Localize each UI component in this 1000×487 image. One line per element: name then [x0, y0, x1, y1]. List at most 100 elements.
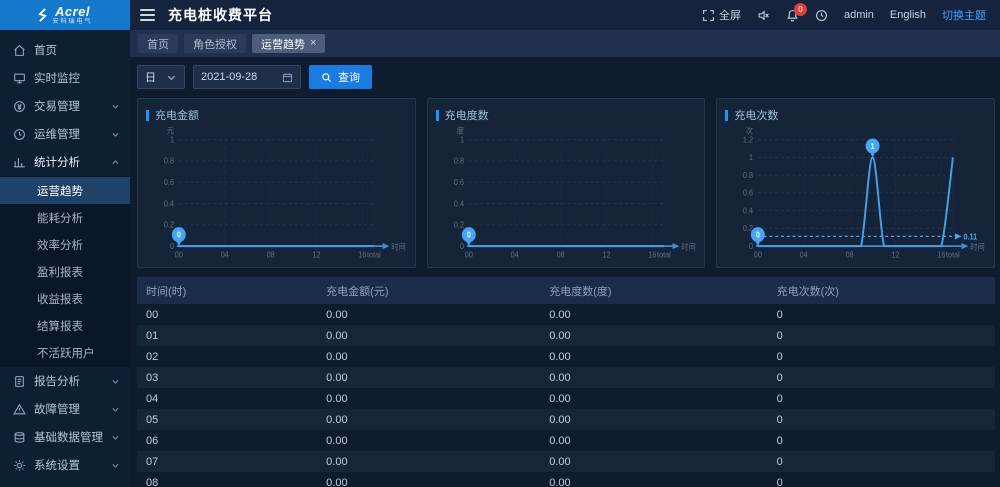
sidebar-menu: 首页实时监控交易管理运维管理统计分析运营趋势能耗分析效率分析盈利报表收益报表结算… [0, 30, 130, 487]
transaction-icon [13, 100, 26, 113]
table-header: 充电度数(度) [540, 277, 767, 304]
sidebar-item-label: 实时监控 [34, 70, 80, 86]
table-cell: 0.00 [317, 346, 540, 367]
theme-switch-button[interactable]: 切换主题 [942, 7, 986, 23]
title-bar-icon [436, 110, 439, 121]
pin-marker: 1 [866, 138, 880, 157]
svg-text:0.4: 0.4 [743, 206, 753, 215]
table-cell: 05 [137, 409, 317, 430]
table-row[interactable]: 030.000.000 [137, 367, 995, 388]
menu-collapse-icon[interactable] [140, 9, 155, 21]
chart-panel-1: 充电度数00.20.40.60.81度时间0004081216total 0 [427, 98, 706, 268]
sidebar-item-label: 系统设置 [34, 457, 80, 473]
calendar-icon [282, 72, 293, 83]
fullscreen-button[interactable]: 全屏 [702, 7, 741, 23]
sidebar-item-3[interactable]: 运维管理 [0, 120, 130, 148]
svg-text:00: 00 [464, 250, 472, 259]
table-cell: 0.00 [540, 388, 767, 409]
svg-text:0: 0 [749, 242, 753, 251]
notification-badge: 0 [794, 3, 807, 16]
tab-label: 角色授权 [193, 36, 237, 52]
content: 日 2021-09-28 查询 充电金额00.20.40.60.81元时间000… [130, 57, 1000, 487]
svg-text:1: 1 [170, 135, 174, 144]
history-button[interactable] [815, 9, 828, 22]
user-menu[interactable]: admin [844, 9, 874, 21]
table-cell: 0.00 [540, 304, 767, 325]
sidebar-item-7[interactable]: 基础数据管理 [0, 423, 130, 451]
sidebar-subitem-4-6[interactable]: 不活跃用户 [0, 339, 130, 366]
sound-button[interactable] [757, 9, 770, 22]
table-row[interactable]: 010.000.000 [137, 325, 995, 346]
sidebar-subitem-4-1[interactable]: 能耗分析 [0, 204, 130, 231]
svg-text:0: 0 [170, 242, 174, 251]
svg-text:04: 04 [800, 250, 808, 259]
topbar: 充电桩收费平台 全屏 0 admin English 切换主题 [130, 0, 1000, 30]
table-row[interactable]: 060.000.000 [137, 430, 995, 451]
table-cell: 07 [137, 451, 317, 472]
sidebar-subitem-4-3[interactable]: 盈利报表 [0, 258, 130, 285]
period-select[interactable]: 日 [137, 65, 185, 89]
sidebar-subitem-4-5[interactable]: 结算报表 [0, 312, 130, 339]
table-cell: 0.00 [540, 409, 767, 430]
tab-2[interactable]: 运营趋势× [252, 34, 325, 53]
svg-text:12: 12 [313, 250, 321, 259]
tab-close-icon[interactable]: × [310, 38, 316, 49]
charts-row: 充电金额00.20.40.60.81元时间0004081216total 0 充… [137, 98, 995, 268]
table-row[interactable]: 020.000.000 [137, 346, 995, 367]
sidebar-item-1[interactable]: 实时监控 [0, 64, 130, 92]
svg-text:时间: 时间 [391, 241, 405, 251]
hourly-table-wrap: 时间(时)充电金额(元)充电度数(度)充电次数(次) 000.000.00001… [137, 277, 995, 487]
tab-1[interactable]: 角色授权 [184, 34, 246, 53]
query-toolbar: 日 2021-09-28 查询 [137, 65, 995, 89]
sidebar-item-9[interactable]: 日志管理 [0, 479, 130, 487]
sidebar-item-5[interactable]: 报告分析 [0, 367, 130, 395]
table-cell: 0.00 [540, 451, 767, 472]
svg-text:04: 04 [510, 250, 518, 259]
table-row[interactable]: 000.000.000 [137, 304, 995, 325]
table-row[interactable]: 070.000.000 [137, 451, 995, 472]
fullscreen-icon [702, 9, 715, 22]
tab-0[interactable]: 首页 [138, 34, 178, 53]
line-chart: 00.20.40.60.81元时间0004081216total 0 [146, 123, 409, 267]
table-row[interactable]: 080.000.000 [137, 472, 995, 487]
svg-text:0.2: 0.2 [164, 220, 174, 229]
table-cell: 06 [137, 430, 317, 451]
sidebar-item-0[interactable]: 首页 [0, 36, 130, 64]
clock-icon [815, 9, 828, 22]
hourly-data-table: 时间(时)充电金额(元)充电度数(度)充电次数(次) 000.000.00001… [137, 277, 995, 487]
table-cell: 0.00 [317, 388, 540, 409]
tab-label: 首页 [147, 36, 169, 52]
brand-logo: Acrel 安科瑞电气 [0, 0, 130, 30]
date-input[interactable]: 2021-09-28 [193, 65, 301, 89]
table-row[interactable]: 040.000.000 [137, 388, 995, 409]
sidebar-item-4[interactable]: 统计分析 [0, 148, 130, 176]
database-icon [13, 431, 26, 444]
svg-text:total: total [946, 250, 960, 259]
table-cell: 0 [768, 430, 995, 451]
sidebar-item-label: 基础数据管理 [34, 429, 103, 445]
sidebar-item-6[interactable]: 故障管理 [0, 395, 130, 423]
sidebar-subitem-4-4[interactable]: 收益报表 [0, 285, 130, 312]
table-cell: 02 [137, 346, 317, 367]
sidebar-item-2[interactable]: 交易管理 [0, 92, 130, 120]
table-cell: 0.00 [317, 304, 540, 325]
table-row[interactable]: 050.000.000 [137, 409, 995, 430]
notifications-button[interactable]: 0 [786, 9, 799, 22]
chart-panel-2: 充电次数00.20.40.60.811.2次时间0004081216total0… [716, 98, 995, 268]
language-switcher[interactable]: English [890, 9, 926, 21]
sidebar-item-8[interactable]: 系统设置 [0, 451, 130, 479]
table-cell: 0 [768, 472, 995, 487]
search-icon [321, 72, 332, 83]
sidebar-item-label: 首页 [34, 42, 57, 58]
page-title: 充电桩收费平台 [168, 5, 273, 25]
table-cell: 0.00 [540, 325, 767, 346]
query-button[interactable]: 查询 [309, 65, 372, 89]
sidebar-subitem-4-0[interactable]: 运营趋势 [0, 177, 130, 204]
sidebar-subitem-4-2[interactable]: 效率分析 [0, 231, 130, 258]
svg-text:0.8: 0.8 [164, 156, 174, 165]
table-cell: 0 [768, 388, 995, 409]
chevron-down-icon [166, 72, 177, 83]
app-root: Acrel 安科瑞电气 首页实时监控交易管理运维管理统计分析运营趋势能耗分析效率… [0, 0, 1000, 487]
table-cell: 0.00 [317, 325, 540, 346]
table-header: 充电金额(元) [317, 277, 540, 304]
